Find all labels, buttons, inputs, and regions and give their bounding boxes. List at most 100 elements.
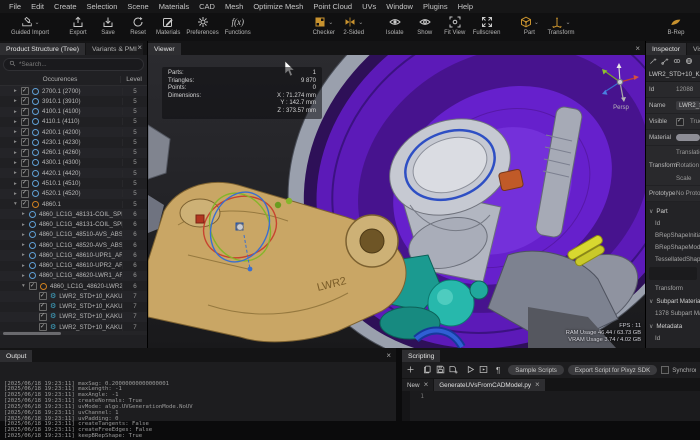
chevron-down-icon[interactable]: ⌄ [565, 19, 570, 26]
export-script-sdk-button[interactable]: Export Script for Pixyz SDK [568, 365, 657, 375]
section-row[interactable]: BRepShapeInitial [646, 229, 700, 241]
save-button[interactable]: Save [96, 15, 120, 36]
inspector-tab[interactable]: Inspector [646, 43, 686, 55]
close-viewer-icon[interactable] [630, 45, 645, 55]
two-sided-button[interactable]: ⌄ 2-Sided [342, 15, 366, 36]
tree-row[interactable]: ▸ 4520.1 (4520) 5 [0, 189, 147, 199]
tree-horizontal-scrollbar[interactable] [0, 331, 147, 335]
visibility-checkbox[interactable] [21, 118, 29, 126]
part-button[interactable]: ⌄ Part [517, 15, 541, 36]
expand-arrow-icon[interactable]: ▸ [14, 170, 21, 176]
expand-arrow-icon[interactable]: ▸ [22, 263, 29, 269]
visibility-checkbox[interactable] [21, 97, 29, 105]
script-tab[interactable]: GenerateUVsFromCADModel.py [434, 379, 544, 391]
tree-row[interactable]: ⚙ LWR2_STD+10_KAKUNIN 7 [0, 312, 147, 322]
export-button[interactable]: Export [66, 15, 90, 36]
tree-row[interactable]: ▸ 4860_LC1G_48620-LWR1_ARM_F 6 [0, 271, 147, 281]
menu-item[interactable]: Plugins [418, 2, 453, 11]
search-input[interactable]: *Search... [3, 58, 144, 71]
visibility-checkbox[interactable] [39, 303, 47, 311]
synchronize-checkbox[interactable]: Synchronize [661, 366, 696, 374]
expand-arrow-icon[interactable]: ▸ [14, 119, 21, 125]
name-field[interactable]: LWR2_STD+10_KAKUNIN [676, 101, 700, 110]
column-level[interactable]: Level [120, 76, 147, 83]
chevron-down-icon[interactable]: ⌄ [534, 19, 539, 26]
tree-row[interactable]: ⚙ LWR2_STD+10_KAKUNIN 7 [0, 302, 147, 312]
tree-row[interactable]: ▸ 4860_LC1G_48610-UPR1_ARM_R 6 [0, 250, 147, 260]
transform-button[interactable]: ⌄ Transform [547, 15, 574, 36]
script-tab[interactable]: New [402, 379, 433, 391]
transform-row[interactable]: Rotation [676, 159, 700, 172]
material-swatch[interactable] [676, 134, 700, 141]
node-add-icon[interactable] [649, 57, 657, 67]
tree-row[interactable]: ▸ 4300.1 (4300) 5 [0, 158, 147, 168]
menu-item[interactable]: Point Cloud [308, 2, 357, 11]
visibility-checkbox[interactable] [21, 128, 29, 136]
menu-item[interactable]: Optimize Mesh [248, 2, 308, 11]
visibility-checkbox[interactable] [39, 323, 47, 331]
expand-arrow-icon[interactable]: ▸ [22, 211, 29, 217]
section-row[interactable]: TessellatedShape [646, 253, 700, 265]
expand-arrow-icon[interactable]: ▸ [14, 88, 21, 94]
formatting-marks-button[interactable]: ¶ [496, 368, 500, 375]
section-row[interactable]: Id [646, 332, 700, 344]
tree-panel-tab[interactable]: Variants & PMI [86, 43, 143, 55]
expand-arrow-icon[interactable]: ▸ [14, 129, 21, 135]
menu-item[interactable]: Materials [154, 2, 194, 11]
tree-row[interactable]: ▸ 2700.1 (2700) 5 [0, 86, 147, 96]
visibility-checkbox[interactable] [21, 87, 29, 95]
visibility-checkbox[interactable] [39, 313, 47, 321]
guided-import-button[interactable]: ⌄ Guided Import [11, 15, 49, 36]
camera-mode-label[interactable]: Persp [603, 105, 639, 111]
close-script-icon[interactable] [535, 381, 540, 389]
node-add2-icon[interactable] [661, 57, 669, 67]
preferences-button[interactable]: Preferences [186, 15, 218, 36]
run-script-button[interactable] [466, 369, 475, 376]
chevron-down-icon[interactable]: ⌄ [35, 19, 40, 26]
section-row[interactable]: BRepShapeModified [646, 241, 700, 253]
checker-button[interactable]: ⌄ Checker [312, 15, 336, 36]
visibility-checkbox[interactable] [21, 138, 29, 146]
tree-row[interactable]: ▸ 4230.1 (4230) 5 [0, 137, 147, 147]
materials-button[interactable]: Materials [156, 15, 180, 36]
fit-view-button[interactable]: Fit View [443, 15, 467, 36]
menu-item[interactable]: Edit [26, 2, 49, 11]
close-panel-icon[interactable] [137, 44, 142, 52]
show-button[interactable]: Show [413, 15, 437, 36]
new-script-button[interactable] [406, 369, 415, 376]
expand-arrow-icon[interactable]: ▸ [22, 242, 29, 248]
output-tab[interactable]: Output [0, 350, 32, 362]
menu-item[interactable]: Window [381, 2, 418, 11]
tree-row[interactable]: ▸ 4510.1 (4510) 5 [0, 178, 147, 188]
save-script-as-button[interactable] [449, 369, 458, 376]
transform-row[interactable]: Scale [676, 172, 700, 185]
menu-item[interactable]: Selection [82, 2, 123, 11]
menu-item[interactable]: Help [453, 2, 478, 11]
fullscreen-button[interactable]: Fullscreen [473, 15, 501, 36]
expand-arrow-icon[interactable]: ▸ [14, 98, 21, 104]
close-script-icon[interactable] [424, 381, 429, 389]
expand-arrow-icon[interactable]: ▸ [14, 109, 21, 115]
menu-item[interactable]: CAD [194, 2, 220, 11]
tree-row[interactable]: ▸ 4860_LC1G_48131-COIL_SPRG_F 6 [0, 209, 147, 219]
menu-item[interactable]: File [4, 2, 26, 11]
expand-arrow-icon[interactable]: ▸ [14, 191, 21, 197]
editor-content[interactable] [427, 391, 700, 421]
section-header[interactable]: ∨Metadata [646, 319, 700, 332]
menu-item[interactable]: Scene [122, 2, 153, 11]
sample-scripts-button[interactable]: Sample Scripts [508, 365, 564, 375]
section-row[interactable]: 1378 Subpart Materials [646, 307, 700, 319]
menu-item[interactable]: Mesh [220, 2, 248, 11]
menu-item[interactable]: Create [49, 2, 82, 11]
inspector-tab[interactable]: Visualization [687, 43, 700, 55]
globe-icon[interactable] [685, 57, 693, 67]
section-row[interactable]: Id [646, 217, 700, 229]
menu-item[interactable]: UVs [357, 2, 381, 11]
visibility-checkbox[interactable] [29, 282, 37, 290]
expand-arrow-icon[interactable]: ▾ [22, 283, 29, 289]
visible-checkbox[interactable] [676, 118, 684, 126]
tree-row[interactable]: ▸ 4860_LC1G_48610-UPR2_ARM_R 6 [0, 261, 147, 271]
link-icon[interactable] [673, 57, 681, 67]
visibility-checkbox[interactable] [21, 108, 29, 116]
section-header[interactable]: ∨Part [646, 204, 700, 217]
